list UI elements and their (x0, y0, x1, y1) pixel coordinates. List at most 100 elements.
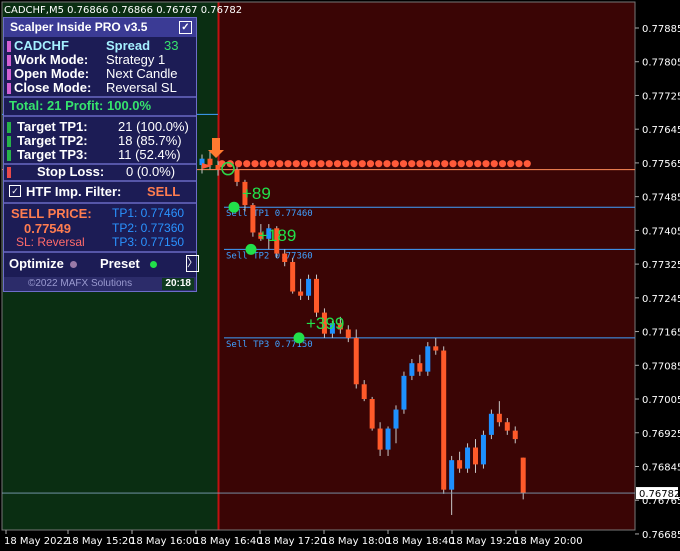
candle-body (473, 447, 478, 465)
candle-body (393, 409, 399, 429)
candle-body (457, 460, 463, 469)
total-profit: Total: 21 Profit: 100.0% (9, 98, 152, 113)
time-tick-label: 18 May 18:40 (386, 536, 455, 547)
entry-dot (267, 160, 276, 168)
panel-title: Scalper Inside PRO v3.5 (10, 20, 148, 34)
copyright: ©2022 MAFX Solutions (28, 278, 133, 289)
preset-label: Preset (100, 256, 140, 271)
entry-dot (515, 160, 523, 168)
tp1-label: Target TP1: (17, 119, 88, 134)
entry-dot (259, 160, 267, 168)
tp2-label: Target TP2: (17, 133, 88, 148)
entry-dot (490, 160, 498, 168)
separator (4, 202, 196, 204)
scalper-panel[interactable]: Scalper Inside PRO v3.5 ✓ CADCHF Spread … (3, 17, 199, 292)
candle-body (520, 457, 526, 494)
entry-dot (399, 160, 408, 168)
separator (4, 180, 196, 182)
entry-dot (243, 160, 251, 168)
time-tick-label: 18 May 2022 (4, 536, 69, 547)
expand-chevron-icon[interactable]: 〉 (186, 255, 199, 272)
tp3-price: TP3: 0.77150 (112, 235, 185, 249)
sell-price-label: SELL PRICE: (11, 206, 92, 221)
time-tick-label: 18 May 16:40 (194, 536, 263, 547)
htf-value: SELL (147, 184, 181, 199)
entry-dot (350, 160, 358, 168)
entry-dot (366, 160, 375, 168)
open-mode-value: Next Candle (106, 66, 178, 81)
price-tick-label: 0.77245 (642, 294, 680, 305)
entry-dot (276, 160, 284, 168)
panel-checkbox[interactable]: ✓ (179, 21, 192, 34)
tp-hit-dot (245, 243, 257, 255)
candle-body (504, 422, 510, 431)
preset-button[interactable]: Preset (100, 254, 157, 274)
candle-body (488, 413, 494, 435)
tp-level-label: Sell TP2 0.77360 (226, 251, 313, 261)
optimize-button[interactable]: Optimize (9, 254, 77, 274)
price-tick-label: 0.77565 (642, 159, 680, 170)
price-tick-label: 0.77805 (642, 58, 680, 69)
entry-dot (457, 160, 465, 168)
entry-dot (309, 160, 317, 168)
tp1-bar (7, 122, 11, 133)
tp3-bar (7, 150, 11, 161)
sl-value: 0 (0.0%) (126, 164, 176, 179)
candle-body (441, 350, 447, 490)
sl-bar (7, 167, 11, 178)
tp2-value: 18 (85.7%) (118, 133, 182, 148)
candle-body (385, 428, 391, 450)
entry-dot (441, 160, 449, 168)
entry-dot (342, 160, 350, 168)
current-price-label: 0.76782 (639, 489, 680, 500)
optimize-label: Optimize (9, 256, 64, 271)
tp1-value: 21 (100.0%) (118, 119, 189, 134)
entry-dot (432, 160, 441, 168)
open-mode-label: Open Mode: (14, 66, 90, 81)
entry-dot (251, 160, 259, 168)
htf-checkbox[interactable]: ✓ (9, 185, 21, 197)
entry-dot (234, 160, 243, 168)
entry-dot (358, 160, 366, 168)
price-tick-label: 0.77005 (642, 395, 680, 406)
entry-dot (523, 160, 531, 168)
price-tick-label: 0.77085 (642, 361, 680, 372)
entry-dot (465, 160, 474, 168)
tp-hit-dot (293, 332, 305, 344)
entry-dot (325, 160, 333, 168)
candle-body (345, 329, 351, 338)
candle-body (361, 384, 367, 400)
red-zone (218, 2, 635, 530)
separator (4, 251, 196, 253)
time-tick-label: 18 May 20:00 (514, 536, 583, 547)
entry-dot (284, 160, 292, 168)
candle-body (369, 399, 375, 429)
candle-body (306, 278, 312, 296)
separator (4, 115, 196, 117)
panel-footer: ©2022 MAFX Solutions 20:18 (4, 277, 196, 291)
symbol-header: CADCHF,M5 0.76866 0.76866 0.76767 0.7678… (4, 5, 242, 16)
tp1-price: TP1: 0.77460 (112, 206, 185, 220)
candle-body (250, 205, 256, 233)
tp-hit-dot (228, 201, 240, 213)
spread-value: 33 (164, 38, 179, 53)
entry-dot (482, 160, 490, 168)
tp-pips-label: +89 (242, 184, 271, 203)
candle-body (465, 447, 471, 469)
price-tick-label: 0.77645 (642, 125, 680, 136)
price-tick-label: 0.76845 (642, 462, 680, 473)
candle-body (417, 363, 423, 372)
tp-level-label: Sell TP1 0.77460 (226, 209, 313, 219)
entry-dot (498, 160, 507, 168)
price-tick-label: 0.77485 (642, 193, 680, 204)
entry-dot (391, 160, 399, 168)
candle-body (425, 346, 431, 372)
work-mode-label: Work Mode: (14, 52, 89, 67)
tp2-bar (7, 136, 11, 147)
candle-body (353, 337, 359, 385)
candle-body (290, 262, 296, 292)
sl-mode: SL: Reversal (16, 235, 85, 249)
price-tick-label: 0.76925 (642, 429, 680, 440)
candle-body (234, 169, 240, 182)
panel-header: Scalper Inside PRO v3.5 ✓ (4, 18, 196, 37)
